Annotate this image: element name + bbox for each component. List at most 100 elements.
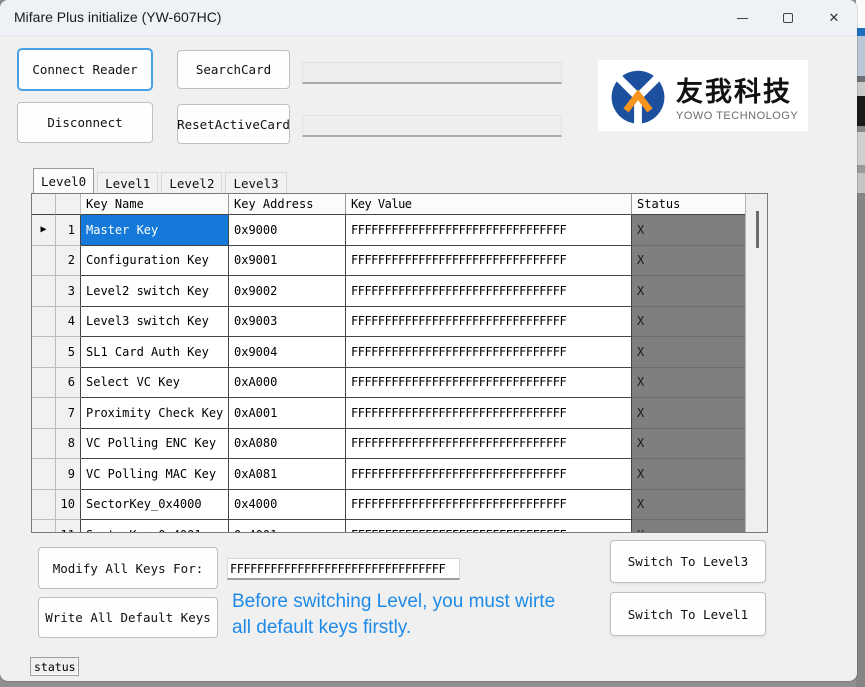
table-row[interactable]: 8VC Polling ENC Key0xA080FFFFFFFFFFFFFFF… <box>32 429 745 460</box>
row-number-cell[interactable]: 4 <box>56 307 81 338</box>
key-name-cell[interactable]: VC Polling MAC Key <box>81 459 229 490</box>
key-value-input[interactable]: FFFFFFFFFFFFFFFFFFFFFFFFFFFFFFFF <box>227 558 460 580</box>
row-selector-cell[interactable] <box>32 276 56 307</box>
key-value-cell[interactable]: FFFFFFFFFFFFFFFFFFFFFFFFFFFFFFFF <box>346 368 632 399</box>
key-name-cell[interactable]: Level2 switch Key <box>81 276 229 307</box>
table-row[interactable]: 2Configuration Key0x9001FFFFFFFFFFFFFFFF… <box>32 246 745 277</box>
status-cell[interactable]: X <box>632 429 745 460</box>
key-address-cell[interactable]: 0x9004 <box>229 337 346 368</box>
row-number-cell[interactable]: 10 <box>56 490 81 521</box>
row-selector-cell[interactable] <box>32 246 56 277</box>
table-row[interactable]: ▶1Master Key0x9000FFFFFFFFFFFFFFFFFFFFFF… <box>32 215 745 246</box>
row-selector-cell[interactable] <box>32 307 56 338</box>
key-value-cell[interactable]: FFFFFFFFFFFFFFFFFFFFFFFFFFFFFFFF <box>346 429 632 460</box>
status-cell[interactable]: X <box>632 368 745 399</box>
key-address-cell[interactable]: 0xA081 <box>229 459 346 490</box>
column-header-key-name[interactable]: Key Name <box>81 194 229 215</box>
key-address-cell[interactable]: 0x9002 <box>229 276 346 307</box>
key-value-cell[interactable]: FFFFFFFFFFFFFFFFFFFFFFFFFFFFFFFF <box>346 398 632 429</box>
key-address-cell[interactable]: 0x9001 <box>229 246 346 277</box>
vertical-scrollbar[interactable] <box>745 194 767 532</box>
row-number-cell[interactable]: 3 <box>56 276 81 307</box>
row-number-cell[interactable]: 7 <box>56 398 81 429</box>
row-selector-cell[interactable]: ▶ <box>32 215 56 246</box>
row-number-cell[interactable]: 1 <box>56 215 81 246</box>
table-row[interactable]: 11SectorKey_0x40010x4001FFFFFFFFFFFFFFFF… <box>32 520 745 533</box>
row-selector-cell[interactable] <box>32 368 56 399</box>
key-value-cell[interactable]: FFFFFFFFFFFFFFFFFFFFFFFFFFFFFFFF <box>346 337 632 368</box>
row-number-cell[interactable]: 9 <box>56 459 81 490</box>
minimize-button[interactable] <box>719 0 765 36</box>
table-row[interactable]: 6Select VC Key0xA000FFFFFFFFFFFFFFFFFFFF… <box>32 368 745 399</box>
key-address-cell[interactable]: 0x4000 <box>229 490 346 521</box>
column-header-status[interactable]: Status <box>632 194 745 215</box>
tab-level1[interactable]: Level1 <box>97 172 158 193</box>
key-name-cell[interactable]: Select VC Key <box>81 368 229 399</box>
key-name-cell[interactable]: Master Key <box>81 215 229 246</box>
search-result-field[interactable] <box>302 62 562 84</box>
table-row[interactable]: 7Proximity Check Key0xA001FFFFFFFFFFFFFF… <box>32 398 745 429</box>
reset-result-field[interactable] <box>302 115 562 137</box>
reset-active-card-button[interactable]: ResetActiveCard <box>177 104 290 144</box>
status-cell[interactable]: X <box>632 276 745 307</box>
key-value-cell[interactable]: FFFFFFFFFFFFFFFFFFFFFFFFFFFFFFFF <box>346 490 632 521</box>
key-name-cell[interactable]: SL1 Card Auth Key <box>81 337 229 368</box>
switch-to-level1-button[interactable]: Switch To Level1 <box>610 592 766 636</box>
status-cell[interactable]: X <box>632 337 745 368</box>
row-number-cell[interactable]: 6 <box>56 368 81 399</box>
status-cell[interactable]: X <box>632 246 745 277</box>
key-name-cell[interactable]: SectorKey_0x4000 <box>81 490 229 521</box>
maximize-button[interactable] <box>765 0 811 36</box>
key-value-cell[interactable]: FFFFFFFFFFFFFFFFFFFFFFFFFFFFFFFF <box>346 215 632 246</box>
connect-reader-button[interactable]: Connect Reader <box>17 48 153 91</box>
status-cell[interactable]: X <box>632 490 745 521</box>
table-row[interactable]: 9VC Polling MAC Key0xA081FFFFFFFFFFFFFFF… <box>32 459 745 490</box>
status-cell[interactable]: X <box>632 307 745 338</box>
column-header-key-value[interactable]: Key Value <box>346 194 632 215</box>
key-value-cell[interactable]: FFFFFFFFFFFFFFFFFFFFFFFFFFFFFFFF <box>346 520 632 533</box>
key-name-cell[interactable]: VC Polling ENC Key <box>81 429 229 460</box>
key-value-cell[interactable]: FFFFFFFFFFFFFFFFFFFFFFFFFFFFFFFF <box>346 276 632 307</box>
key-value-cell[interactable]: FFFFFFFFFFFFFFFFFFFFFFFFFFFFFFFF <box>346 307 632 338</box>
key-name-cell[interactable]: Level3 switch Key <box>81 307 229 338</box>
search-card-button[interactable]: SearchCard <box>177 50 290 89</box>
status-cell[interactable]: X <box>632 215 745 246</box>
row-selector-cell[interactable] <box>32 520 56 533</box>
row-selector-cell[interactable] <box>32 459 56 490</box>
key-address-cell[interactable]: 0xA000 <box>229 368 346 399</box>
key-address-cell[interactable]: 0x9003 <box>229 307 346 338</box>
key-name-cell[interactable]: Configuration Key <box>81 246 229 277</box>
row-number-cell[interactable]: 2 <box>56 246 81 277</box>
row-selector-cell[interactable] <box>32 429 56 460</box>
key-address-cell[interactable]: 0xA001 <box>229 398 346 429</box>
row-number-cell[interactable]: 11 <box>56 520 81 533</box>
modify-all-keys-button[interactable]: Modify All Keys For: <box>38 547 218 589</box>
key-name-cell[interactable]: Proximity Check Key <box>81 398 229 429</box>
table-row[interactable]: 5SL1 Card Auth Key0x9004FFFFFFFFFFFFFFFF… <box>32 337 745 368</box>
row-selector-cell[interactable] <box>32 337 56 368</box>
row-selector-cell[interactable] <box>32 490 56 521</box>
key-address-cell[interactable]: 0x4001 <box>229 520 346 533</box>
write-all-default-keys-button[interactable]: Write All Default Keys <box>38 597 218 638</box>
table-row[interactable]: 4Level3 switch Key0x9003FFFFFFFFFFFFFFFF… <box>32 307 745 338</box>
tab-level3[interactable]: Level3 <box>225 172 286 193</box>
close-button[interactable]: ✕ <box>811 0 857 36</box>
column-header-key-address[interactable]: Key Address <box>229 194 346 215</box>
key-value-cell[interactable]: FFFFFFFFFFFFFFFFFFFFFFFFFFFFFFFF <box>346 246 632 277</box>
status-cell[interactable]: X <box>632 398 745 429</box>
key-address-cell[interactable]: 0x9000 <box>229 215 346 246</box>
scrollbar-thumb[interactable] <box>756 211 759 248</box>
status-cell[interactable]: X <box>632 520 745 533</box>
tab-level0[interactable]: Level0 <box>33 168 94 193</box>
row-number-cell[interactable]: 8 <box>56 429 81 460</box>
key-value-cell[interactable]: FFFFFFFFFFFFFFFFFFFFFFFFFFFFFFFF <box>346 459 632 490</box>
status-cell[interactable]: X <box>632 459 745 490</box>
table-row[interactable]: 10SectorKey_0x40000x4000FFFFFFFFFFFFFFFF… <box>32 490 745 521</box>
row-number-cell[interactable]: 5 <box>56 337 81 368</box>
key-name-cell[interactable]: SectorKey_0x4001 <box>81 520 229 533</box>
disconnect-button[interactable]: Disconnect <box>17 102 153 143</box>
row-selector-cell[interactable] <box>32 398 56 429</box>
key-address-cell[interactable]: 0xA080 <box>229 429 346 460</box>
table-row[interactable]: 3Level2 switch Key0x9002FFFFFFFFFFFFFFFF… <box>32 276 745 307</box>
switch-to-level3-button[interactable]: Switch To Level3 <box>610 540 766 583</box>
